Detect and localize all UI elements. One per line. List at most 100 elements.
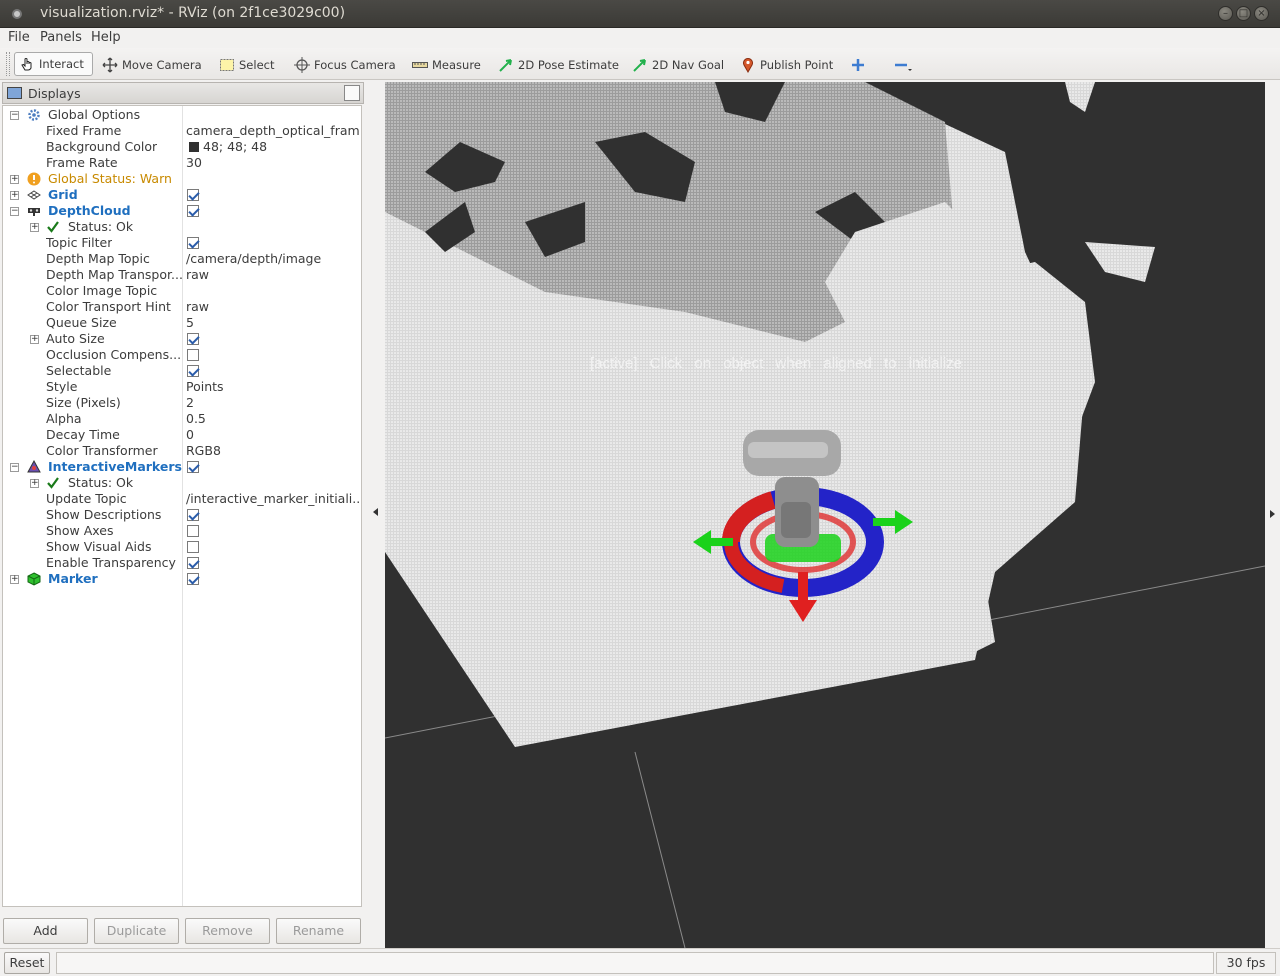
tree-row-status-ok[interactable]: + Status: Ok [3,219,361,235]
focus-camera-tool[interactable]: Focus Camera [294,54,396,76]
tree-row-depthcloud[interactable]: − DepthCloud [3,203,361,219]
tree-row-decay-time[interactable]: Decay Time 0 [3,427,361,443]
tree-row-status-ok-2[interactable]: + Status: Ok [3,475,361,491]
measure-tool[interactable]: Measure [412,54,481,76]
menu-panels[interactable]: Panels [40,30,82,45]
background-color-value[interactable]: 48; 48; 48 [203,139,377,155]
add-button[interactable]: Add [3,918,88,944]
tree-row-global-options[interactable]: − Global Options [3,107,361,123]
grid-checkbox[interactable] [187,189,199,201]
tree-row-frame-rate[interactable]: Frame Rate 30 [3,155,361,171]
tree-row-marker[interactable]: + Marker [3,571,361,587]
tree-row-show-visual-aids[interactable]: Show Visual Aids [3,539,361,555]
selectable-checkbox[interactable] [187,365,199,377]
publish-point-tool[interactable]: Publish Point [740,54,833,76]
tree-row-queue-size[interactable]: Queue Size 5 [3,315,361,331]
collapse-toggle[interactable]: − [10,207,19,216]
nav-goal-tool[interactable]: 2D Nav Goal [632,54,724,76]
tree-row-background-color[interactable]: Background Color 48; 48; 48 [3,139,361,155]
show-descriptions-checkbox[interactable] [187,509,199,521]
left-splitter[interactable] [368,80,384,948]
queue-size-value[interactable]: 5 [186,315,360,331]
frame-rate-value[interactable]: 30 [186,155,360,171]
expand-toggle[interactable]: + [30,479,39,488]
tree-row-update-topic[interactable]: Update Topic /interactive_marker_initial… [3,491,361,507]
decay-time-value[interactable]: 0 [186,427,360,443]
interactive-markers-checkbox[interactable] [187,461,199,473]
map-pin-icon [740,57,756,74]
auto-size-checkbox[interactable] [187,333,199,345]
collapse-toggle[interactable]: − [10,463,19,472]
move-camera-tool[interactable]: Move Camera [102,54,202,76]
pose-estimate-label: 2D Pose Estimate [518,58,619,72]
tree-row-show-axes[interactable]: Show Axes [3,523,361,539]
close-button[interactable]: × [1254,6,1269,21]
topic-filter-checkbox[interactable] [187,237,199,249]
tree-row-show-descriptions[interactable]: Show Descriptions [3,507,361,523]
tree-row-global-status[interactable]: + Global Status: Warn [3,171,361,187]
occlusion-checkbox[interactable] [187,349,199,361]
displays-tree[interactable]: − Global Options Fixed Frame camera_dept… [2,105,362,907]
add-tool-button[interactable] [850,54,870,76]
tree-row-color-transformer[interactable]: Color Transformer RGB8 [3,443,361,459]
toolbar-grip[interactable] [6,52,10,76]
size-pixels-value[interactable]: 2 [186,395,360,411]
select-tool[interactable]: Select [219,54,274,76]
collapse-right-arrow-icon[interactable] [1270,510,1275,518]
menu-file[interactable]: File [8,30,30,45]
green-arrow-icon [498,57,514,73]
duplicate-button[interactable]: Duplicate [94,918,179,944]
tree-row-fixed-frame[interactable]: Fixed Frame camera_depth_optical_frame [3,123,361,139]
expand-toggle[interactable]: + [10,175,19,184]
collapse-left-arrow-icon[interactable] [373,508,378,516]
tree-row-size-pixels[interactable]: Size (Pixels) 2 [3,395,361,411]
row-label: Style [46,379,78,394]
collapse-toggle[interactable]: − [10,111,19,120]
interact-tool[interactable]: Interact [14,52,93,76]
tree-row-enable-transparency[interactable]: Enable Transparency [3,555,361,571]
depth-map-topic-value[interactable]: /camera/depth/image [186,251,360,267]
tree-row-depth-map-topic[interactable]: Depth Map Topic /camera/depth/image [3,251,361,267]
expand-toggle[interactable]: + [30,223,39,232]
tree-row-alpha[interactable]: Alpha 0.5 [3,411,361,427]
tree-row-occlusion[interactable]: Occlusion Compens... [3,347,361,363]
color-transformer-value[interactable]: RGB8 [186,443,360,459]
tree-row-style[interactable]: Style Points [3,379,361,395]
expand-toggle[interactable]: + [10,575,19,584]
tree-row-color-image-topic[interactable]: Color Image Topic [3,283,361,299]
tree-row-grid[interactable]: + Grid [3,187,361,203]
tree-row-topic-filter[interactable]: Topic Filter [3,235,361,251]
minus-icon [893,57,912,73]
update-topic-value[interactable]: /interactive_marker_initiali... [186,491,360,507]
alpha-value[interactable]: 0.5 [186,411,360,427]
enable-transparency-checkbox[interactable] [187,557,199,569]
panel-float-button[interactable] [344,85,360,101]
menu-help[interactable]: Help [91,30,121,45]
fixed-frame-value[interactable]: camera_depth_optical_frame [186,123,360,139]
minimize-button[interactable]: – [1218,6,1233,21]
expand-toggle[interactable]: + [10,191,19,200]
remove-button[interactable]: Remove [185,918,270,944]
tree-row-depth-map-transport[interactable]: Depth Map Transpor... raw [3,267,361,283]
show-axes-checkbox[interactable] [187,525,199,537]
tree-row-auto-size[interactable]: + Auto Size [3,331,361,347]
depth-map-transport-value[interactable]: raw [186,267,360,283]
tree-row-interactive-markers[interactable]: − InteractiveMarkers [3,459,361,475]
tree-row-color-transport-hint[interactable]: Color Transport Hint raw [3,299,361,315]
marker-checkbox[interactable] [187,573,199,585]
rename-button[interactable]: Rename [276,918,361,944]
color-transport-hint-value[interactable]: raw [186,299,360,315]
3d-viewport[interactable]: [active] Click on object when aligned to… [385,82,1265,948]
style-value[interactable]: Points [186,379,360,395]
pose-estimate-tool[interactable]: 2D Pose Estimate [498,54,619,76]
reset-button[interactable]: Reset [4,952,50,974]
right-splitter[interactable] [1265,80,1280,948]
row-label: Topic Filter [46,235,113,250]
depthcloud-checkbox[interactable] [187,205,199,217]
tree-row-selectable[interactable]: Selectable [3,363,361,379]
show-visual-aids-checkbox[interactable] [187,541,199,553]
remove-tool-button[interactable] [893,54,913,76]
expand-toggle[interactable]: + [30,335,39,344]
maximize-button[interactable]: □ [1236,6,1251,21]
row-label: Fixed Frame [46,123,122,138]
